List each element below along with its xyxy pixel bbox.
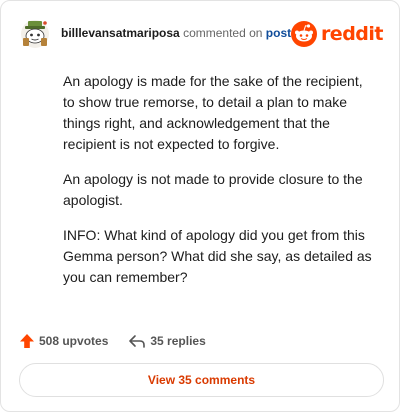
comment-body: An apology is made for the sake of the r… [63,71,378,302]
comment-actions: 508 upvotes 35 replies [19,331,206,351]
brand-name: reddit [320,23,384,45]
username[interactable]: billlevansatmariposa [61,26,180,40]
post-link[interactable]: post [266,26,291,40]
upvote-arrow-icon [20,334,34,348]
comment-card: billlevansatmariposa commented on post r… [0,0,400,412]
replies-button[interactable]: 35 replies [128,333,206,349]
replies-count: 35 replies [150,334,206,348]
reddit-brand[interactable]: reddit [290,20,384,48]
reply-arrow-icon [129,335,146,348]
comment-paragraph: An apology is not made to provide closur… [63,171,363,208]
action-text: commented on [183,26,263,40]
view-comments-button[interactable]: View 35 comments [19,363,384,397]
upvote-count: 508 upvotes [39,334,109,348]
comment-paragraph: An apology is made for the sake of the r… [63,73,363,152]
comment-header: billlevansatmariposa commented on post r… [19,17,387,51]
avatar[interactable] [19,17,51,49]
upvote-button[interactable]: 508 upvotes [19,333,108,349]
reddit-logo-icon [290,21,317,47]
comment-paragraph: INFO: What kind of apology did you get f… [63,227,372,285]
comment-meta: billlevansatmariposa commented on post [61,26,291,40]
